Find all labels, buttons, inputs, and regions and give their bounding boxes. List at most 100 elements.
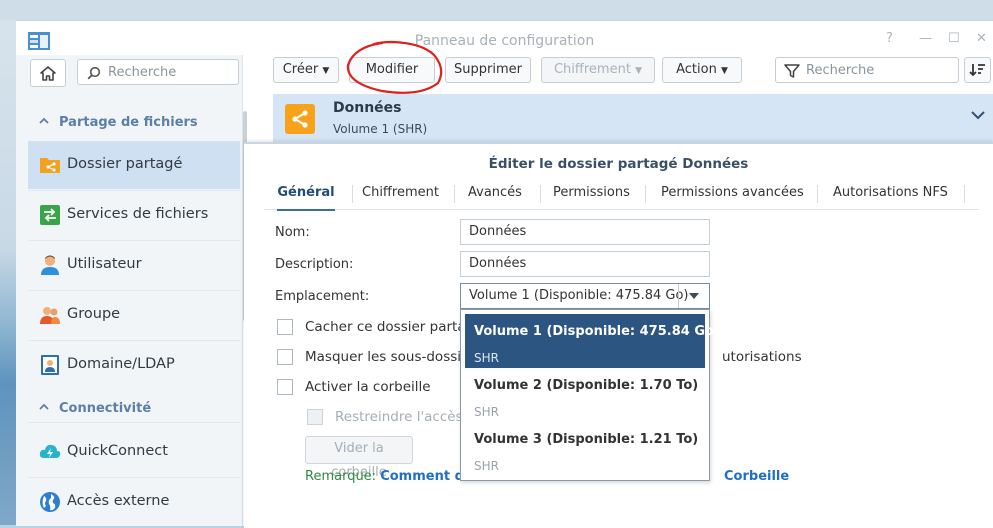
- sidebar-item-file-services[interactable]: Services de fichiers: [28, 191, 240, 239]
- tab-advanced[interactable]: Avancés: [468, 179, 522, 209]
- sidebar-item-domain-ldap[interactable]: Domaine/LDAP: [28, 341, 240, 389]
- hide-subfolders-label: Masquer les sous-dossie: [305, 349, 470, 365]
- tab-separator: [352, 185, 353, 203]
- option-title: Volume 2 (Disponible: 1.70 To): [474, 378, 699, 393]
- tab-separator: [964, 185, 965, 203]
- section-label: Partage de fichiers: [59, 115, 198, 130]
- option-subtitle: SHR: [474, 459, 499, 473]
- user-icon: [41, 255, 59, 275]
- home-button[interactable]: [30, 59, 66, 87]
- hide-share-checkbox[interactable]: [277, 319, 293, 335]
- tab-general[interactable]: Général: [277, 179, 335, 211]
- restrict-access-label: Restreindre l'accès à: [335, 409, 476, 425]
- sidebar-item-label: Utilisateur: [67, 256, 142, 272]
- description-input[interactable]: Données: [460, 251, 710, 277]
- domain-ldap-icon: [41, 355, 59, 375]
- sidebar-item-label: Domaine/LDAP: [67, 356, 175, 372]
- share-name: Données: [333, 100, 402, 116]
- hide-subfolders-checkbox[interactable]: [277, 349, 293, 365]
- close-icon[interactable]: ✕: [976, 31, 987, 46]
- sidebar-item-shared-folder[interactable]: Dossier partagé: [28, 141, 240, 189]
- location-select-value: Volume 1 (Disponible: 475.84 Go): [469, 288, 689, 303]
- sidebar-item-label: Dossier partagé: [67, 156, 183, 172]
- sidebar-search-input[interactable]: Recherche: [77, 59, 239, 85]
- location-option-volume-1[interactable]: Volume 1 (Disponible: 475.84 Go) SHR: [465, 314, 720, 368]
- location-select[interactable]: Volume 1 (Disponible: 475.84 Go): [460, 283, 710, 309]
- file-services-icon: [40, 205, 60, 225]
- location-option-volume-2[interactable]: Volume 2 (Disponible: 1.70 To) SHR: [465, 368, 705, 422]
- sort-button[interactable]: [964, 57, 991, 83]
- name-label: Nom:: [275, 225, 310, 240]
- tab-separator: [454, 185, 455, 203]
- hide-subfolders-label-tail: utorisations: [722, 349, 802, 365]
- sidebar-item-label: QuickConnect: [67, 443, 168, 459]
- section-connectivity[interactable]: Connectivité: [16, 399, 242, 421]
- create-button[interactable]: Créer ▼: [273, 57, 339, 83]
- tab-encryption[interactable]: Chiffrement: [362, 179, 439, 209]
- tab-separator: [817, 185, 818, 203]
- sidebar-item-label: Groupe: [67, 306, 121, 322]
- action-button[interactable]: Action ▼: [662, 57, 742, 83]
- action-label: Action: [676, 62, 717, 77]
- sidebar: Recherche Partage de fichiers Dossier pa…: [16, 55, 243, 526]
- recycle-bin-checkbox[interactable]: [277, 379, 293, 395]
- chevron-up-icon: [39, 403, 49, 410]
- chevron-down-icon[interactable]: [971, 110, 985, 120]
- quickconnect-icon: [39, 444, 61, 458]
- sidebar-item-label: Services de fichiers: [67, 206, 209, 222]
- sidebar-item-external-access[interactable]: Accès externe: [28, 478, 240, 526]
- encryption-label: Chiffrement: [553, 62, 631, 77]
- maximize-icon[interactable]: ☐: [948, 31, 960, 46]
- share-search-input[interactable]: Recherche: [775, 57, 959, 83]
- description-label: Description:: [275, 257, 354, 272]
- section-label: Connectivité: [59, 401, 152, 416]
- empty-recycle-bin-button[interactable]: Vider la corbeille: [305, 436, 413, 480]
- delete-button[interactable]: Supprimer: [445, 57, 531, 83]
- remark-link[interactable]: Comment dé: [380, 469, 473, 484]
- dropdown-arrow-icon[interactable]: [678, 284, 709, 308]
- caret-down-icon: ▼: [322, 66, 330, 76]
- share-search-placeholder: Recherche: [806, 63, 875, 78]
- sidebar-search-placeholder: Recherche: [108, 65, 177, 80]
- sidebar-item-group[interactable]: Groupe: [28, 291, 240, 339]
- option-subtitle: SHR: [474, 405, 499, 419]
- share-icon: [285, 104, 315, 134]
- search-icon: [87, 66, 101, 80]
- tab-permissions[interactable]: Permissions: [553, 179, 630, 209]
- home-icon: [40, 65, 56, 81]
- share-volume: Volume 1 (SHR): [333, 122, 428, 136]
- sidebar-item-quickconnect[interactable]: QuickConnect: [28, 428, 240, 476]
- remark-label: Remarque:: [305, 469, 377, 484]
- tab-advanced-permissions[interactable]: Permissions avancées: [661, 179, 804, 209]
- sidebar-item-label: Accès externe: [67, 493, 170, 509]
- caret-down-icon: ▼: [720, 66, 728, 76]
- minimize-icon[interactable]: —: [919, 31, 932, 46]
- group-icon: [40, 307, 60, 324]
- tab-nfs-permissions[interactable]: Autorisations NFS: [833, 179, 948, 209]
- window-title: Panneau de configuration: [414, 33, 595, 49]
- option-title: Volume 3 (Disponible: 1.21 To): [474, 432, 699, 447]
- remark-text: Remarque: Comment dé: [305, 469, 473, 484]
- sidebar-item-user[interactable]: Utilisateur: [28, 241, 240, 289]
- shared-folder-icon: [40, 158, 60, 173]
- location-option-volume-3[interactable]: Volume 3 (Disponible: 1.21 To) SHR: [465, 422, 705, 476]
- caret-down-icon: ▼: [635, 66, 642, 76]
- recycle-bin-label: Activer la corbeille: [305, 379, 431, 395]
- tab-separator: [645, 185, 646, 203]
- name-input[interactable]: Données: [460, 219, 710, 245]
- desktop-background-left: [0, 20, 16, 525]
- title-bar: Panneau de configuration ? — ☐ ✕: [16, 21, 993, 55]
- remark-link-tail[interactable]: Corbeille: [724, 469, 789, 484]
- globe-icon: [40, 492, 60, 512]
- section-file-sharing[interactable]: Partage de fichiers: [16, 113, 242, 135]
- divider: [28, 422, 240, 423]
- location-label: Emplacement:: [275, 289, 370, 304]
- encryption-button[interactable]: Chiffrement ▼: [541, 57, 655, 83]
- create-label: Créer: [282, 62, 319, 77]
- shared-folder-row[interactable]: Données Volume 1 (SHR): [273, 94, 993, 142]
- help-icon[interactable]: ?: [886, 31, 893, 46]
- dialog-tabs: Général Chiffrement Avancés Permissions …: [264, 179, 979, 211]
- restrict-access-checkbox[interactable]: [307, 409, 323, 425]
- filter-icon: [784, 64, 800, 78]
- dialog-title: Éditer le dossier partagé Données: [488, 156, 749, 172]
